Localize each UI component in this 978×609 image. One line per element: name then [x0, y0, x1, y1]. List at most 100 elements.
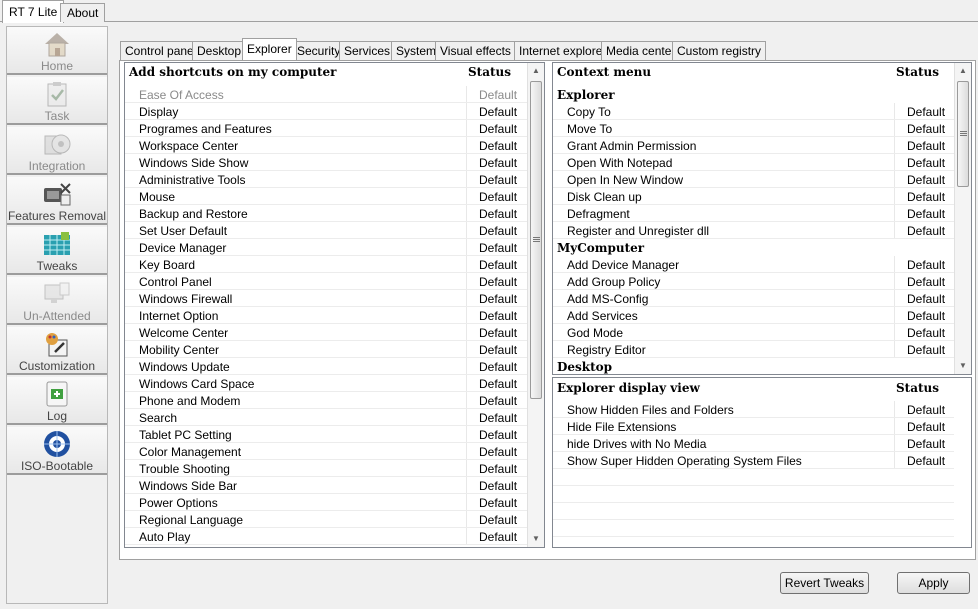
- shortcut-row-status[interactable]: Default: [479, 88, 517, 102]
- shortcut-row[interactable]: Phone and Modem Default: [125, 392, 529, 409]
- shortcut-row-status[interactable]: Default: [479, 207, 517, 221]
- context-row-status[interactable]: Default: [907, 190, 945, 204]
- sidebar-item-integration[interactable]: Integration: [7, 127, 107, 175]
- display-view-row-status[interactable]: Default: [907, 420, 945, 434]
- shortcut-row-status[interactable]: Default: [479, 122, 517, 136]
- shortcut-row[interactable]: Windows Card Space Default: [125, 375, 529, 392]
- context-row[interactable]: Grant Admin Permission Default: [553, 137, 956, 154]
- shortcut-row-status[interactable]: Default: [479, 496, 517, 510]
- shortcut-row-status[interactable]: Default: [479, 360, 517, 374]
- shortcut-row[interactable]: Mobility Center Default: [125, 341, 529, 358]
- scroll-down-icon[interactable]: ▼: [955, 358, 971, 374]
- display-view-row[interactable]: Hide File Extensions Default: [553, 418, 956, 435]
- shortcut-row[interactable]: Color Management Default: [125, 443, 529, 460]
- context-row[interactable]: Move To Default: [553, 120, 956, 137]
- shortcut-row-status[interactable]: Default: [479, 173, 517, 187]
- tab-explorer[interactable]: Explorer: [242, 38, 297, 60]
- shortcut-row-status[interactable]: Default: [479, 241, 517, 255]
- shortcut-row[interactable]: Welcome Center Default: [125, 324, 529, 341]
- shortcut-row[interactable]: Search Default: [125, 409, 529, 426]
- context-row-status[interactable]: Default: [907, 207, 945, 221]
- context-row-status[interactable]: Default: [907, 224, 945, 238]
- context-row[interactable]: Add MS-Config Default: [553, 290, 956, 307]
- context-row[interactable]: Defragment Default: [553, 205, 956, 222]
- context-row-status[interactable]: Default: [907, 122, 945, 136]
- context-row-status[interactable]: Default: [907, 173, 945, 187]
- shortcut-row[interactable]: Tablet PC Setting Default: [125, 426, 529, 443]
- display-view-row[interactable]: Show Hidden Files and Folders Default: [553, 401, 956, 418]
- shortcut-row[interactable]: Windows Side Show Default: [125, 154, 529, 171]
- shortcut-row[interactable]: Windows Update Default: [125, 358, 529, 375]
- tab-internet-explorer[interactable]: Internet explorer: [514, 41, 612, 60]
- context-row-status[interactable]: Default: [907, 258, 945, 272]
- shortcut-row-status[interactable]: Default: [479, 445, 517, 459]
- scroll-thumb[interactable]: [957, 81, 969, 187]
- context-row[interactable]: Add Group Policy Default: [553, 273, 956, 290]
- shortcut-row[interactable]: Display Default: [125, 103, 529, 120]
- display-view-row-status[interactable]: Default: [907, 437, 945, 451]
- shortcut-row-status[interactable]: Default: [479, 479, 517, 493]
- shortcut-row-status[interactable]: Default: [479, 530, 517, 544]
- shortcut-row-status[interactable]: Default: [479, 343, 517, 357]
- shortcut-row[interactable]: Regional Language Default: [125, 511, 529, 528]
- shortcut-row-status[interactable]: Default: [479, 105, 517, 119]
- scroll-thumb[interactable]: [530, 81, 542, 399]
- shortcut-row[interactable]: Administrative Tools Default: [125, 171, 529, 188]
- context-row-status[interactable]: Default: [907, 139, 945, 153]
- shortcut-row-status[interactable]: Default: [479, 377, 517, 391]
- shortcut-row-status[interactable]: Default: [479, 513, 517, 527]
- sidebar-item-task[interactable]: Task: [7, 77, 107, 125]
- shortcut-row[interactable]: Set User Default Default: [125, 222, 529, 239]
- shortcut-row[interactable]: Backup and Restore Default: [125, 205, 529, 222]
- tab-visual-effects[interactable]: Visual effects: [435, 41, 516, 60]
- shortcuts-listview[interactable]: Add shortcuts on my computer Status Ease…: [124, 62, 545, 548]
- shortcut-row-status[interactable]: Default: [479, 224, 517, 238]
- shortcut-row[interactable]: Windows Firewall Default: [125, 290, 529, 307]
- shortcut-row-status[interactable]: Default: [479, 309, 517, 323]
- shortcut-row[interactable]: Workspace Center Default: [125, 137, 529, 154]
- context-row[interactable]: Copy To Default: [553, 103, 956, 120]
- context-row[interactable]: Open With Notepad Default: [553, 154, 956, 171]
- context-row-status[interactable]: Default: [907, 156, 945, 170]
- sidebar-item-unattended[interactable]: Un-Attended: [7, 277, 107, 325]
- tab-desktop[interactable]: Desktop: [192, 41, 247, 60]
- shortcut-row-status[interactable]: Default: [479, 411, 517, 425]
- shortcut-row[interactable]: Ease Of Access Default: [125, 86, 529, 103]
- shortcut-row-status[interactable]: Default: [479, 462, 517, 476]
- context-menu-listview[interactable]: Context menu Status Explorer Copy To Defau…: [552, 62, 972, 375]
- apply-button[interactable]: Apply: [897, 572, 970, 594]
- shortcut-row[interactable]: Programes and Features Default: [125, 120, 529, 137]
- sidebar-item-log[interactable]: Log: [7, 377, 107, 425]
- shortcut-row[interactable]: Control Panel Default: [125, 273, 529, 290]
- tab-system[interactable]: System: [391, 41, 442, 60]
- sidebar-item-features-removal[interactable]: Features Removal: [7, 177, 107, 225]
- sidebar-item-home[interactable]: Home: [7, 27, 107, 75]
- shortcut-row-status[interactable]: Default: [479, 258, 517, 272]
- sidebar-item-iso-bootable[interactable]: ISO-Bootable: [7, 427, 107, 475]
- shortcut-row[interactable]: Device Manager Default: [125, 239, 529, 256]
- shortcut-row-status[interactable]: Default: [479, 190, 517, 204]
- shortcut-row[interactable]: Power Options Default: [125, 494, 529, 511]
- context-row[interactable]: Disk Clean up Default: [553, 188, 956, 205]
- context-row-status[interactable]: Default: [907, 326, 945, 340]
- shortcut-row-status[interactable]: Default: [479, 394, 517, 408]
- tab-rt7lite[interactable]: RT 7 Lite: [2, 0, 65, 23]
- tab-security[interactable]: Security: [292, 41, 346, 60]
- context-row[interactable]: God Mode Default: [553, 324, 956, 341]
- tab-services[interactable]: Services: [339, 41, 396, 60]
- shortcut-row[interactable]: Key Board Default: [125, 256, 529, 273]
- display-view-row-status[interactable]: Default: [907, 454, 945, 468]
- context-row[interactable]: Registry Editor Default: [553, 341, 956, 358]
- scroll-up-icon[interactable]: ▲: [528, 63, 544, 79]
- context-row-status[interactable]: Default: [907, 275, 945, 289]
- shortcut-row-status[interactable]: Default: [479, 275, 517, 289]
- scroll-up-icon[interactable]: ▲: [955, 63, 971, 79]
- context-row[interactable]: Add Device Manager Default: [553, 256, 956, 273]
- shortcut-row[interactable]: Auto Play Default: [125, 528, 529, 545]
- scroll-down-icon[interactable]: ▼: [528, 531, 544, 547]
- revert-tweaks-button[interactable]: Revert Tweaks: [780, 572, 869, 594]
- shortcut-row[interactable]: Mouse Default: [125, 188, 529, 205]
- sidebar-item-tweaks[interactable]: Tweaks: [7, 227, 107, 275]
- shortcut-row[interactable]: Trouble Shooting Default: [125, 460, 529, 477]
- shortcut-row-status[interactable]: Default: [479, 139, 517, 153]
